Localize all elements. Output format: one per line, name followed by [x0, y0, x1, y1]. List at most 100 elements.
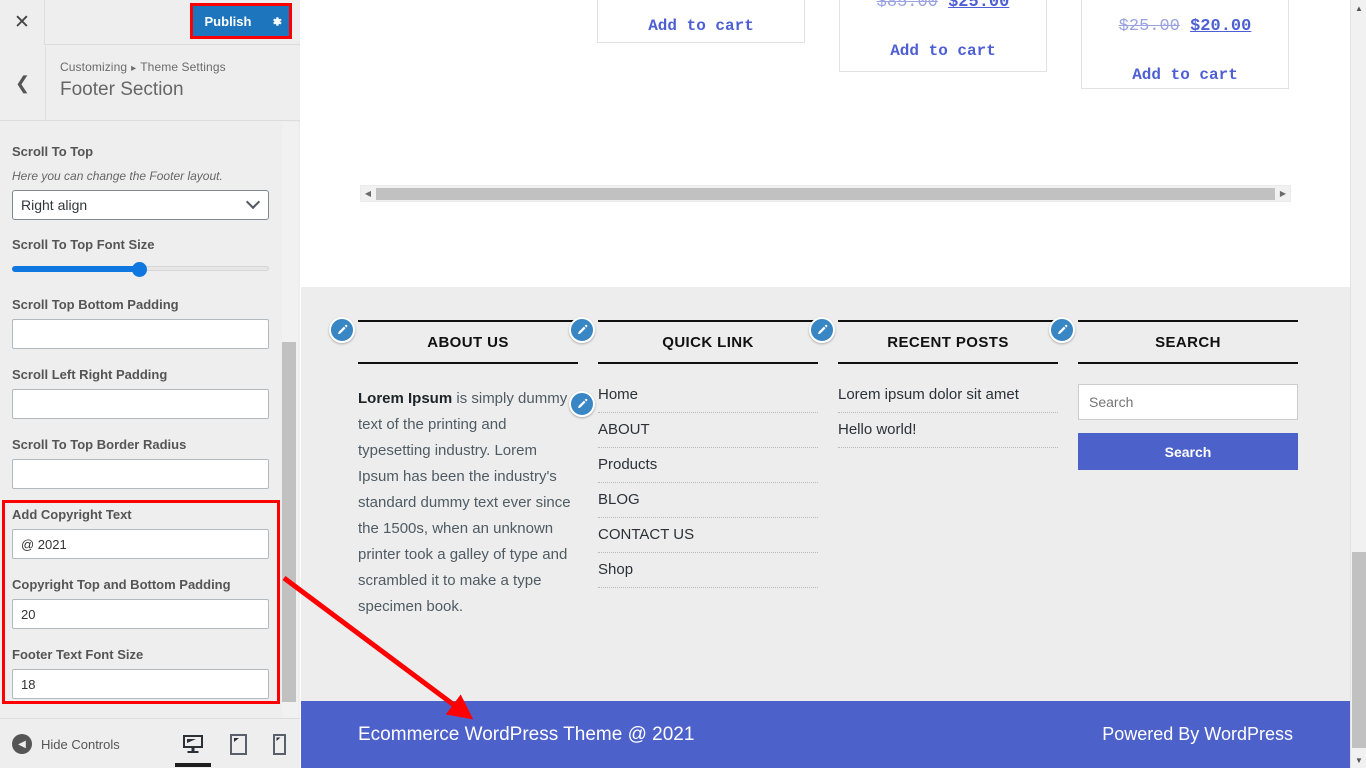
scroll-to-top-select[interactable]: Right align — [12, 190, 269, 220]
widget-search: SEARCH Search — [1078, 320, 1298, 470]
widget-title: RECENT POSTS — [838, 320, 1058, 364]
back-button[interactable]: ❮ — [0, 46, 46, 121]
product-price: $85.00 $25.00 — [840, 0, 1046, 12]
scroll-right-arrow-icon[interactable]: ▶ — [1276, 186, 1290, 201]
customizer-screen: ✕ Publish ❮ Customizing ▸ Theme Settings F… — [0, 0, 1366, 768]
widget-quick-link: QUICK LINK Home ABOUT Products BLOG CONT… — [598, 320, 818, 588]
preview-vertical-scrollbar[interactable]: ▲ ▼ — [1350, 0, 1366, 768]
control-label-scroll-top-bottom-padding: Scroll Top Bottom Padding — [12, 297, 179, 312]
add-to-cart-button[interactable]: Add to cart — [840, 42, 1046, 60]
about-us-body: is simply dummy text of the printing and… — [358, 390, 571, 615]
control-label-add-copyright-text: Add Copyright Text — [12, 507, 132, 522]
about-us-lead: Lorem Ipsum — [358, 390, 453, 407]
control-label-footer-text-font-size: Footer Text Font Size — [12, 647, 144, 662]
search-input[interactable] — [1078, 384, 1298, 420]
product-card: $85.00 $25.00 Add to cart — [839, 0, 1047, 72]
copyright-text: Ecommerce WordPress Theme @ 2021 — [358, 723, 695, 745]
pencil-edit-icon[interactable] — [329, 317, 355, 343]
add-to-cart-button[interactable]: Add to cart — [1082, 66, 1288, 84]
preview-vertical-scrollbar-thumb[interactable] — [1352, 552, 1366, 748]
list-item[interactable]: Shop — [598, 553, 818, 588]
gear-icon[interactable] — [263, 6, 289, 36]
control-description-scroll-to-top: Here you can change the Footer layout. — [12, 169, 223, 183]
list-item[interactable]: Hello world! — [838, 413, 1058, 448]
control-label-copyright-padding: Copyright Top and Bottom Padding — [12, 577, 231, 592]
close-icon[interactable]: ✕ — [0, 0, 45, 45]
add-copyright-text-input[interactable] — [12, 529, 269, 559]
horizontal-scrollbar[interactable]: ◀ ▶ — [360, 185, 1291, 202]
list-item[interactable]: CONTACT US — [598, 518, 818, 553]
breadcrumb-root: Customizing — [60, 60, 128, 74]
horizontal-scrollbar-thumb[interactable] — [376, 188, 1275, 200]
sidebar-scrollbar[interactable] — [282, 122, 298, 718]
control-label-scroll-to-top: Scroll To Top — [12, 144, 94, 159]
breadcrumb: Customizing ▸ Theme Settings — [60, 60, 226, 74]
add-to-cart-button[interactable]: Add to cart — [598, 17, 804, 35]
price-new: $25.00 — [948, 0, 1010, 12]
footer-copyright-bar: Ecommerce WordPress Theme @ 2021 Powered… — [301, 701, 1350, 768]
pencil-edit-icon[interactable] — [809, 317, 835, 343]
scroll-top-bottom-padding-input[interactable] — [12, 319, 269, 349]
sidebar-scrollbar-thumb[interactable] — [282, 342, 296, 702]
pencil-edit-icon[interactable] — [569, 391, 595, 417]
list-item[interactable]: ABOUT — [598, 413, 818, 448]
mobile-icon[interactable] — [273, 733, 286, 755]
widget-title: SEARCH — [1078, 320, 1298, 364]
breadcrumb-parent: Theme Settings — [140, 60, 226, 74]
quick-link-list: Home ABOUT Products BLOG CONTACT US Shop — [598, 378, 818, 588]
breadcrumb-separator-icon: ▸ — [131, 63, 137, 74]
product-card: $25.00 $20.00 Add to cart — [1081, 0, 1289, 89]
controls-list: Scroll To Top Here you can change the Fo… — [0, 122, 300, 718]
scroll-to-top-select-value: Right align — [21, 197, 88, 213]
price-old: $85.00 — [876, 0, 938, 12]
search-button[interactable]: Search — [1078, 433, 1298, 470]
control-label-scroll-left-right-padding: Scroll Left Right Padding — [12, 367, 168, 382]
device-preview-switcher — [175, 719, 286, 768]
tablet-icon[interactable] — [230, 733, 247, 755]
pencil-edit-icon[interactable] — [569, 317, 595, 343]
product-row: Add to cart $85.00 $25.00 Add to cart $2… — [301, 0, 1350, 100]
scroll-down-arrow-icon[interactable]: ▼ — [1351, 752, 1366, 768]
control-label-scroll-border-radius: Scroll To Top Border Radius — [12, 437, 187, 452]
scroll-up-arrow-icon[interactable]: ▲ — [1351, 0, 1366, 16]
widget-title: QUICK LINK — [598, 320, 818, 364]
publish-button[interactable]: Publish — [193, 6, 263, 36]
pencil-edit-icon[interactable] — [1049, 317, 1075, 343]
scroll-left-right-padding-input[interactable] — [12, 389, 269, 419]
list-item[interactable]: BLOG — [598, 483, 818, 518]
customizer-header: ✕ Publish — [0, 0, 300, 45]
widget-title: ABOUT US — [358, 320, 578, 364]
footer-widget-area: ABOUT US Lorem Ipsum is simply dummy tex… — [301, 287, 1350, 701]
footer-text-font-size-input[interactable] — [12, 669, 269, 699]
product-price: $25.00 $20.00 — [1082, 17, 1288, 36]
list-item[interactable]: Lorem ipsum dolor sit amet — [838, 378, 1058, 413]
copyright-top-bottom-padding-input[interactable] — [12, 599, 269, 629]
scroll-left-arrow-icon[interactable]: ◀ — [361, 186, 375, 201]
list-item[interactable]: Home — [598, 378, 818, 413]
slider-fill — [12, 266, 140, 272]
page-title: Footer Section — [60, 79, 184, 100]
powered-by-text: Powered By WordPress — [1102, 724, 1293, 744]
customizer-sidebar: ✕ Publish ❮ Customizing ▸ Theme Settings F… — [0, 0, 300, 768]
slider-thumb[interactable] — [132, 262, 147, 277]
hide-controls-button[interactable]: ◀ Hide Controls — [12, 719, 120, 768]
widget-about-us: ABOUT US Lorem Ipsum is simply dummy tex… — [358, 320, 578, 620]
scroll-to-top-border-radius-input[interactable] — [12, 459, 269, 489]
recent-posts-list: Lorem ipsum dolor sit amet Hello world! — [838, 378, 1058, 448]
control-label-scroll-font-size: Scroll To Top Font Size — [12, 237, 155, 252]
chevron-down-icon — [245, 194, 261, 210]
collapse-arrow-icon: ◀ — [12, 734, 32, 754]
publish-highlight-box: Publish — [190, 3, 292, 39]
site-preview: Add to cart $85.00 $25.00 Add to cart $2… — [301, 0, 1350, 768]
sidebar-footer: ◀ Hide Controls — [0, 718, 300, 768]
scroll-to-top-font-size-slider[interactable] — [12, 261, 269, 277]
about-us-text: Lorem Ipsum is simply dummy text of the … — [358, 386, 578, 620]
panel-header: ❮ Customizing ▸ Theme Settings Footer Sect… — [0, 46, 300, 121]
list-item[interactable]: Products — [598, 448, 818, 483]
price-old: $25.00 — [1118, 17, 1180, 36]
hide-controls-label: Hide Controls — [41, 736, 120, 752]
desktop-icon[interactable] — [175, 734, 211, 767]
price-new: $20.00 — [1190, 17, 1252, 36]
widget-recent-posts: RECENT POSTS Lorem ipsum dolor sit amet … — [838, 320, 1058, 448]
product-card: Add to cart — [597, 0, 805, 43]
